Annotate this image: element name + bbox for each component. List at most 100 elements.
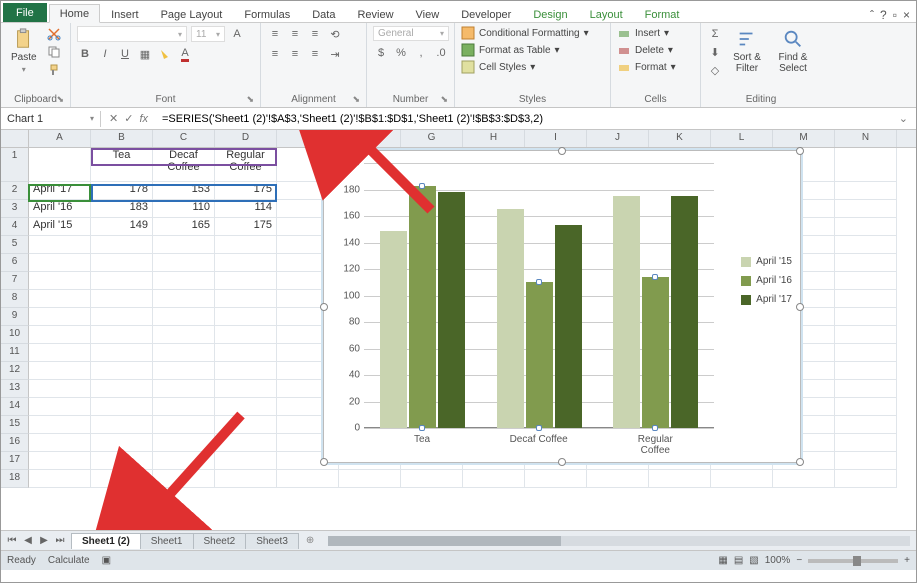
zoom-level[interactable]: 100%	[765, 555, 791, 566]
col-header[interactable]: K	[649, 130, 711, 147]
row-header[interactable]: 3	[1, 200, 29, 218]
cell[interactable]	[835, 452, 897, 470]
cell[interactable]	[29, 380, 91, 398]
format-painter-button[interactable]	[45, 62, 63, 78]
col-header[interactable]: D	[215, 130, 277, 147]
align-middle-button[interactable]: ≡	[287, 26, 303, 42]
cell[interactable]: 153	[153, 182, 215, 200]
align-bottom-button[interactable]: ≡	[307, 26, 323, 42]
cell[interactable]	[153, 272, 215, 290]
chart-bar[interactable]	[671, 196, 698, 428]
sheet-nav-last[interactable]: ⏭	[53, 535, 67, 546]
data-point-marker[interactable]	[652, 274, 658, 280]
cell-styles-button[interactable]: Cell Styles ▾	[461, 60, 604, 74]
cell[interactable]	[153, 362, 215, 380]
cell[interactable]: DecafCoffee	[153, 148, 215, 182]
cell[interactable]	[29, 434, 91, 452]
cell[interactable]	[215, 290, 277, 308]
cell[interactable]	[401, 470, 463, 488]
row-header[interactable]: 15	[1, 416, 29, 434]
cell[interactable]	[835, 398, 897, 416]
row-header[interactable]: 16	[1, 434, 29, 452]
cell[interactable]	[215, 362, 277, 380]
chart-legend[interactable]: April '15 April '16 April '17	[741, 256, 792, 313]
cell[interactable]	[153, 344, 215, 362]
row-header[interactable]: 12	[1, 362, 29, 380]
cell[interactable]: 175	[215, 182, 277, 200]
cell[interactable]: April '16	[29, 200, 91, 218]
worksheet-grid[interactable]: A B C D E F G H I J K L M N 1TeaDecafCof…	[1, 130, 916, 530]
chart-bar[interactable]	[526, 282, 553, 428]
cell[interactable]: 165	[153, 218, 215, 236]
cell[interactable]	[29, 308, 91, 326]
cell[interactable]	[773, 470, 835, 488]
bold-button[interactable]: B	[77, 46, 93, 62]
cell[interactable]	[91, 326, 153, 344]
col-header[interactable]: M	[773, 130, 835, 147]
cell[interactable]	[215, 308, 277, 326]
comma-button[interactable]: ,	[413, 45, 429, 61]
cell[interactable]	[215, 236, 277, 254]
cell[interactable]	[29, 272, 91, 290]
row-header[interactable]: 5	[1, 236, 29, 254]
cell[interactable]	[835, 200, 897, 218]
view-normal-button[interactable]: ▦	[718, 555, 727, 566]
font-size-combo[interactable]: 11▾	[191, 26, 225, 42]
cell[interactable]	[835, 218, 897, 236]
chart-bar[interactable]	[497, 209, 524, 428]
col-header[interactable]: N	[835, 130, 897, 147]
zoom-in-button[interactable]: +	[904, 555, 910, 566]
percent-button[interactable]: %	[393, 45, 409, 61]
border-button[interactable]: ▦	[137, 46, 153, 62]
macro-record-button[interactable]: ▣	[102, 555, 111, 566]
cell[interactable]: 178	[91, 182, 153, 200]
cell[interactable]	[91, 308, 153, 326]
underline-button[interactable]: U	[117, 46, 133, 62]
align-top-button[interactable]: ≡	[267, 26, 283, 42]
cell[interactable]	[29, 452, 91, 470]
row-header[interactable]: 11	[1, 344, 29, 362]
cell[interactable]	[339, 470, 401, 488]
cell[interactable]	[91, 452, 153, 470]
row-header[interactable]: 8	[1, 290, 29, 308]
sheet-nav-next[interactable]: ▶	[37, 535, 51, 546]
tab-data[interactable]: Data	[301, 5, 346, 23]
cell[interactable]	[835, 148, 897, 182]
cell[interactable]	[215, 452, 277, 470]
cell[interactable]	[91, 434, 153, 452]
sheet-nav-first[interactable]: ⏮	[5, 535, 19, 546]
cell[interactable]	[153, 236, 215, 254]
row-header[interactable]: 1	[1, 148, 29, 182]
col-header[interactable]: C	[153, 130, 215, 147]
tab-review[interactable]: Review	[346, 5, 404, 23]
row-header[interactable]: 14	[1, 398, 29, 416]
window-close-icon[interactable]: ×	[903, 8, 910, 22]
cell[interactable]	[835, 326, 897, 344]
cell[interactable]	[587, 470, 649, 488]
row-header[interactable]: 10	[1, 326, 29, 344]
legend-item[interactable]: April '17	[741, 294, 792, 305]
view-page-break-button[interactable]: ▧	[749, 555, 758, 566]
cell[interactable]	[91, 236, 153, 254]
row-header[interactable]: 7	[1, 272, 29, 290]
col-header[interactable]: G	[401, 130, 463, 147]
expand-formula-bar[interactable]: ⌄	[891, 112, 916, 125]
row-header[interactable]: 9	[1, 308, 29, 326]
tab-view[interactable]: View	[405, 5, 451, 23]
cell[interactable]: 183	[91, 200, 153, 218]
row-header[interactable]: 2	[1, 182, 29, 200]
row-header[interactable]: 4	[1, 218, 29, 236]
cell[interactable]	[91, 398, 153, 416]
data-point-marker[interactable]	[536, 279, 542, 285]
cell[interactable]	[835, 380, 897, 398]
cell[interactable]	[91, 290, 153, 308]
fill-color-button[interactable]	[157, 46, 173, 62]
cell[interactable]	[835, 434, 897, 452]
cell[interactable]	[29, 236, 91, 254]
cut-button[interactable]	[45, 26, 63, 42]
tab-layout[interactable]: Layout	[579, 5, 634, 23]
cell[interactable]	[29, 470, 91, 488]
cell[interactable]	[153, 308, 215, 326]
cell[interactable]	[215, 272, 277, 290]
clipboard-launcher[interactable]: ⬊	[56, 94, 64, 105]
